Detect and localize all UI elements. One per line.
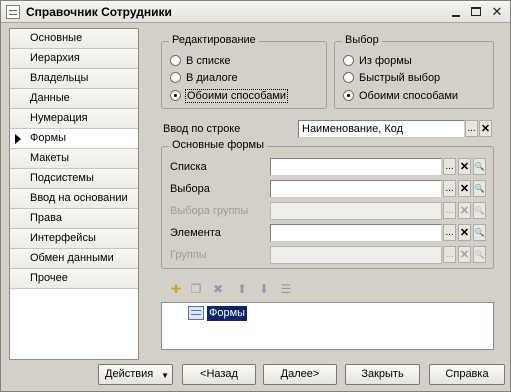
search-icon: 🔍 (474, 206, 485, 215)
chevron-down-icon: ▼ (161, 371, 169, 380)
nav-item-subsystems[interactable]: Подсистемы (10, 169, 138, 189)
nav-item-rights[interactable]: Права (10, 209, 138, 229)
search-icon: 🔍 (474, 184, 485, 193)
close-icon[interactable]: ✕ (489, 4, 505, 20)
list-form-open-button[interactable]: 🔍 (473, 158, 486, 175)
group-form-label: Группы (170, 249, 207, 261)
group-choice-form-field (270, 202, 442, 220)
choice-form-choose-button[interactable]: ... (443, 180, 456, 197)
window-title: Справочник Сотрудники (26, 5, 172, 19)
radio-from-form[interactable]: Из формы (343, 53, 412, 69)
sort-icon[interactable]: ☰ (278, 281, 294, 297)
line-input-label: Ввод по строке (163, 123, 241, 135)
settings-nav-list: Основные Иерархия Владельцы Данные Нумер… (9, 28, 139, 360)
radio-icon (343, 72, 354, 83)
back-button[interactable]: <Назад (182, 364, 256, 385)
nav-item-data-exchange[interactable]: Обмен данными (10, 249, 138, 269)
nav-item-templates[interactable]: Макеты (10, 149, 138, 169)
choice-form-field[interactable] (270, 180, 442, 198)
copy-icon[interactable]: ❐ (188, 281, 204, 297)
editing-group-title: Редактирование (169, 34, 259, 46)
minimize-icon[interactable] (448, 4, 464, 20)
nav-item-numbering[interactable]: Нумерация (10, 109, 138, 129)
dialog-window: Справочник Сотрудники ✕ Основные Иерархи… (0, 0, 511, 392)
item-form-label: Элемента (170, 227, 221, 239)
selection-group: Выбор Из формы Быстрый выбор Обоими спос… (334, 34, 494, 109)
list-form-field[interactable] (270, 158, 442, 176)
line-input-choose-button[interactable]: ... (465, 120, 478, 137)
tree-node-forms[interactable]: Формы (207, 306, 248, 321)
move-down-icon[interactable]: ⬇ (256, 281, 272, 297)
radio-icon (343, 55, 354, 66)
nav-item-basic[interactable]: Основные (10, 29, 138, 49)
choice-form-label: Выбора (170, 183, 210, 195)
nav-item-other[interactable]: Прочее (10, 269, 138, 289)
group-choice-form-label: Выбора группы (170, 205, 249, 217)
main-forms-group-title: Основные формы (169, 139, 268, 151)
list-form-choose-button[interactable]: ... (443, 158, 456, 175)
choice-form-open-button[interactable]: 🔍 (473, 180, 486, 197)
group-choice-form-open-button: 🔍 (473, 202, 486, 219)
list-form-label: Списка (170, 161, 207, 173)
forms-folder-icon (188, 306, 204, 320)
next-button[interactable]: Далее> (263, 364, 337, 385)
catalog-icon (6, 5, 20, 19)
group-form-choose-button: ... (443, 246, 456, 263)
search-icon: 🔍 (474, 228, 485, 237)
radio-in-list[interactable]: В списке (170, 53, 231, 69)
group-form-open-button: 🔍 (473, 246, 486, 263)
radio-icon (170, 55, 181, 66)
selection-group-title: Выбор (342, 34, 382, 46)
radio-quick-select[interactable]: Быстрый выбор (343, 70, 440, 86)
group-form-clear-button: ✕ (458, 246, 471, 263)
search-icon: 🔍 (474, 250, 485, 259)
help-button[interactable]: Справка (429, 364, 505, 385)
maximize-icon[interactable] (468, 4, 484, 20)
list-form-clear-button[interactable]: ✕ (458, 158, 471, 175)
nav-item-hierarchy[interactable]: Иерархия (10, 49, 138, 69)
line-input-field[interactable]: Наименование, Код (298, 120, 465, 138)
item-form-field[interactable] (270, 224, 442, 242)
search-icon: 🔍 (474, 162, 485, 171)
move-up-icon[interactable]: ⬆ (234, 281, 250, 297)
radio-both-ways-selection[interactable]: Обоими способами (343, 88, 458, 104)
nav-item-forms[interactable]: Формы (10, 129, 138, 149)
radio-selected-icon (170, 90, 181, 101)
radio-icon (170, 72, 181, 83)
group-form-field (270, 246, 442, 264)
line-input-clear-button[interactable]: ✕ (479, 120, 492, 137)
title-bar: Справочник Сотрудники ✕ (1, 1, 510, 23)
radio-in-dialog[interactable]: В диалоге (170, 70, 238, 86)
radio-selected-icon (343, 90, 354, 101)
nav-item-data[interactable]: Данные (10, 89, 138, 109)
group-choice-form-choose-button: ... (443, 202, 456, 219)
item-form-clear-button[interactable]: ✕ (458, 224, 471, 241)
nav-item-owners[interactable]: Владельцы (10, 69, 138, 89)
choice-form-clear-button[interactable]: ✕ (458, 180, 471, 197)
forms-tree: Формы (161, 302, 494, 350)
nav-item-interfaces[interactable]: Интерфейсы (10, 229, 138, 249)
nav-item-based-on[interactable]: Ввод на основании (10, 189, 138, 209)
close-button[interactable]: Закрыть (345, 364, 420, 385)
editing-group: Редактирование В списке В диалоге Обоими… (161, 34, 327, 109)
item-form-choose-button[interactable]: ... (443, 224, 456, 241)
item-form-open-button[interactable]: 🔍 (473, 224, 486, 241)
actions-button[interactable]: Действия ▼ (98, 364, 173, 385)
group-choice-form-clear-button: ✕ (458, 202, 471, 219)
add-icon[interactable]: ✚ (168, 281, 184, 297)
radio-both-ways-editing[interactable]: Обоими способами (170, 88, 289, 104)
delete-icon[interactable]: ✖ (210, 281, 226, 297)
